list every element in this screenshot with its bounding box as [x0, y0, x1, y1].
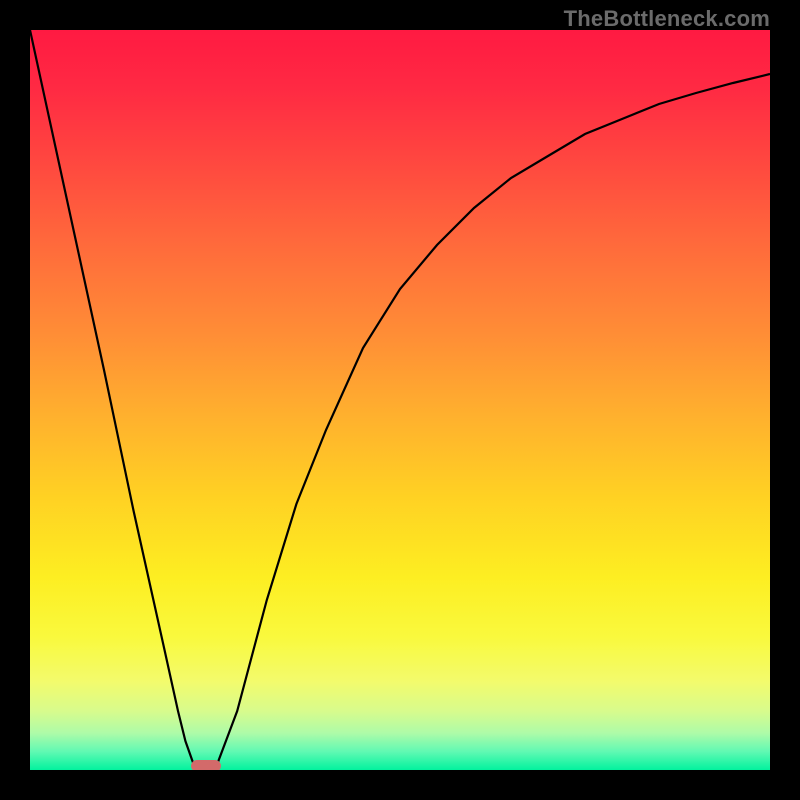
bottleneck-curve — [30, 30, 770, 770]
watermark-text: TheBottleneck.com — [564, 6, 770, 32]
curve-layer — [30, 30, 770, 770]
chart-frame: TheBottleneck.com — [0, 0, 800, 800]
plot-area — [30, 30, 770, 770]
minimum-marker — [191, 760, 221, 770]
